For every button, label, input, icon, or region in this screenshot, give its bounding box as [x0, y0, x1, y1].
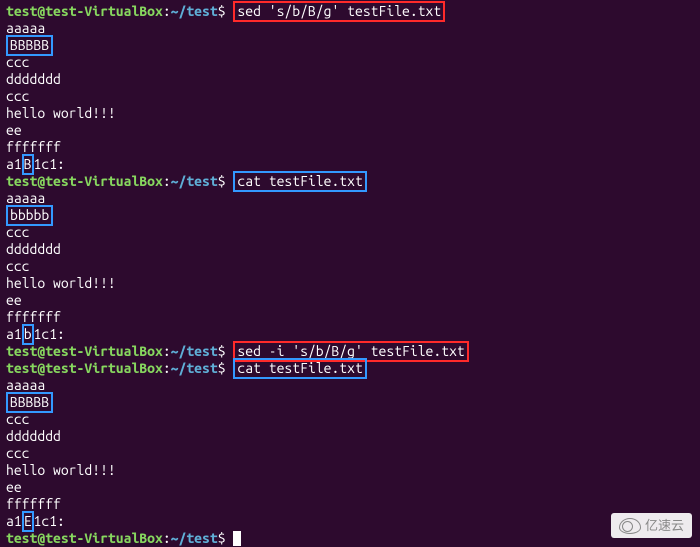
out2-l9c: 1c1:	[34, 326, 65, 342]
out1-l5: ccc	[6, 88, 694, 105]
highlight-blue-BBBBB: BBBBB	[6, 35, 53, 56]
cmd-sed2: sed -i 's/b/B/g' testFile.txt	[237, 343, 464, 359]
sep: :	[163, 360, 171, 376]
prompt-line-4: test@test-VirtualBox:~/test$ cat testFil…	[6, 360, 694, 377]
out2-l9a: a1	[6, 326, 22, 342]
out1-l6: hello world!!!	[6, 105, 694, 122]
user: test@test-VirtualBox	[6, 173, 163, 189]
out3-l9: a1E1c1:	[6, 513, 694, 530]
out2-l4: ddddddd	[6, 241, 694, 258]
out1-l3: ccc	[6, 54, 694, 71]
prompt-line-1: test@test-VirtualBox:~/test$ sed 's/b/B/…	[6, 3, 694, 20]
cloud-icon	[619, 518, 641, 534]
out3-l9a: a1	[6, 513, 22, 529]
out3-l5: ccc	[6, 445, 694, 462]
watermark: 亿速云	[611, 513, 692, 538]
dollar: $	[218, 360, 226, 376]
out3-l1: aaaaa	[6, 377, 694, 394]
path: ~/test	[171, 360, 218, 376]
out1-l1: aaaaa	[6, 20, 694, 37]
highlight-blue-cat1: cat testFile.txt	[233, 171, 366, 192]
dollar: $	[218, 343, 226, 359]
out2-l1: aaaaa	[6, 190, 694, 207]
out1-l9c: 1c1:	[34, 156, 65, 172]
out1-l8: fffffff	[6, 139, 694, 156]
out2-l5: ccc	[6, 258, 694, 275]
out3-l7: ee	[6, 479, 694, 496]
highlight-blue-BBBBB2: BBBBB	[6, 392, 53, 413]
highlight-blue-bbbbb: bbbbb	[6, 205, 53, 226]
out3-l3: ccc	[6, 411, 694, 428]
dollar: $	[218, 173, 226, 189]
watermark-text: 亿速云	[645, 517, 684, 534]
cmd-cat1: cat testFile.txt	[237, 173, 362, 189]
out1-l9a: a1	[6, 156, 22, 172]
sep: :	[163, 343, 171, 359]
user: test@test-VirtualBox	[6, 360, 163, 376]
out2-l7: ee	[6, 292, 694, 309]
user: test@test-VirtualBox	[6, 3, 163, 19]
out1-l7: ee	[6, 122, 694, 139]
out2-l3: ccc	[6, 224, 694, 241]
out1-l2: BBBBB	[6, 37, 694, 54]
prompt-line-2: test@test-VirtualBox:~/test$ cat testFil…	[6, 173, 694, 190]
highlight-blue-B: B	[22, 154, 34, 175]
highlight-red-sed1: sed 's/b/B/g' testFile.txt	[233, 1, 445, 22]
cmd-cat2: cat testFile.txt	[237, 360, 362, 376]
out2-l6: hello world!!!	[6, 275, 694, 292]
highlight-blue-b: b	[22, 324, 34, 345]
path: ~/test	[171, 173, 218, 189]
out3-l4: ddddddd	[6, 428, 694, 445]
cmd-sed1: sed 's/b/B/g' testFile.txt	[237, 3, 441, 19]
out3-l6: hello world!!!	[6, 462, 694, 479]
out2-l8: fffffff	[6, 309, 694, 326]
prompt-line-5[interactable]: test@test-VirtualBox:~/test$	[6, 530, 694, 547]
out2-l2: bbbbb	[6, 207, 694, 224]
path: ~/test	[171, 3, 218, 19]
dollar: $	[218, 3, 226, 19]
user: test@test-VirtualBox	[6, 343, 163, 359]
highlight-blue-cat2: cat testFile.txt	[233, 358, 366, 379]
out3-l8: fffffff	[6, 496, 694, 513]
out3-l2: BBBBB	[6, 394, 694, 411]
sep: :	[163, 3, 171, 19]
path: ~/test	[171, 343, 218, 359]
sep: :	[163, 173, 171, 189]
out3-l9c: 1c1:	[34, 513, 65, 529]
highlight-blue-E: E	[22, 511, 34, 532]
out1-l4: ddddddd	[6, 71, 694, 88]
